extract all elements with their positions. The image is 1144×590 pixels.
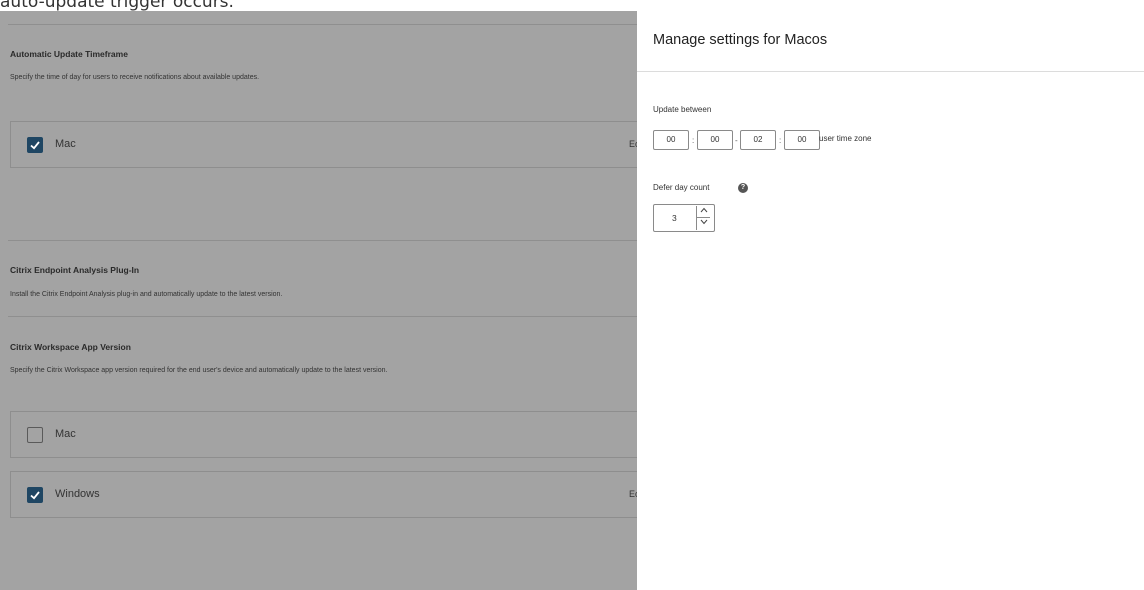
update-between-label: Update between: [653, 105, 712, 114]
start-minute-input[interactable]: 00: [697, 130, 733, 150]
mac-label: Mac: [55, 428, 76, 440]
start-hour-input[interactable]: 00: [653, 130, 689, 150]
app-version-description: Specify the Citrix Workspace app version…: [10, 367, 388, 374]
update-timeframe-description: Specify the time of day for users to rec…: [10, 74, 260, 81]
update-timeframe-title: Automatic Update Timeframe: [10, 49, 128, 59]
end-minute-input[interactable]: 00: [784, 130, 820, 150]
timezone-label: user time zone: [819, 134, 872, 143]
panel-divider: [637, 71, 1144, 72]
panel-title: Manage settings for Macos: [653, 32, 828, 48]
defer-day-count-label: Defer day count: [653, 183, 710, 192]
edit-link[interactable]: Ec: [629, 489, 637, 499]
chevron-up-icon[interactable]: [697, 206, 710, 218]
defer-day-count-stepper[interactable]: 3: [653, 204, 715, 232]
section-divider: [8, 316, 637, 317]
mac-label: Mac: [55, 138, 76, 150]
range-separator: -: [735, 136, 738, 145]
edit-link[interactable]: Ec: [629, 139, 637, 149]
settings-background: Automatic Update Timeframe Specify the t…: [0, 11, 637, 590]
time-separator: :: [692, 136, 695, 145]
app-version-mac-card[interactable]: Mac: [10, 411, 637, 458]
chevron-down-icon[interactable]: [697, 218, 710, 230]
section-divider: [8, 240, 637, 241]
checkmark-icon: [30, 491, 40, 500]
section-divider: [8, 24, 637, 25]
epa-plugin-description: Install the Citrix Endpoint Analysis plu…: [10, 291, 283, 298]
windows-checkbox[interactable]: [27, 487, 43, 503]
update-timeframe-mac-card[interactable]: Mac Ec: [10, 121, 637, 168]
stepper-buttons: [696, 206, 710, 230]
time-separator: :: [779, 136, 782, 145]
app-version-windows-card[interactable]: Windows Ec: [10, 471, 637, 518]
mac-checkbox[interactable]: [27, 427, 43, 443]
help-icon[interactable]: ?: [738, 183, 748, 193]
end-hour-input[interactable]: 02: [740, 130, 776, 150]
mac-checkbox[interactable]: [27, 137, 43, 153]
defer-day-count-value[interactable]: 3: [672, 213, 677, 223]
windows-label: Windows: [55, 488, 100, 500]
app-version-title: Citrix Workspace App Version: [10, 342, 131, 352]
manage-settings-panel: Manage settings for Macos Update between…: [637, 11, 1144, 590]
epa-plugin-title: Citrix Endpoint Analysis Plug-In: [10, 265, 140, 275]
checkmark-icon: [30, 141, 40, 150]
